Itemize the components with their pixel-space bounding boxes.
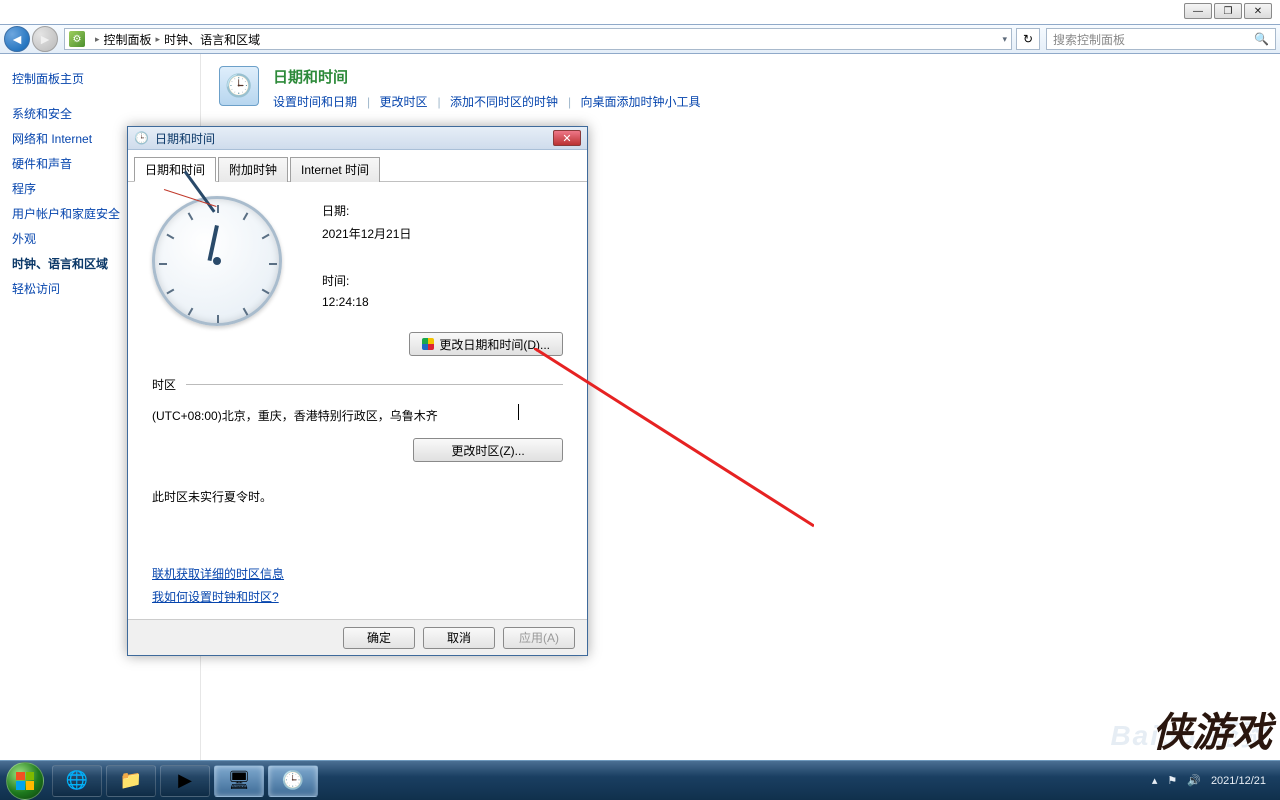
taskbar-explorer[interactable]: 📁 (106, 765, 156, 797)
cancel-button[interactable]: 取消 (423, 627, 495, 649)
timezone-value: (UTC+08:00)北京，重庆，香港特别行政区，乌鲁木齐 (152, 407, 563, 424)
datetime-dialog: 🕒 日期和时间 ✕ 日期和时间 附加时钟 Internet 时间 日期: 202… (127, 126, 588, 656)
tray-flag-icon[interactable]: ⚑ (1167, 774, 1177, 787)
search-placeholder: 搜索控制面板 (1053, 31, 1125, 48)
clock-icon: 🕒 (134, 131, 149, 145)
link-add-clocks[interactable]: 添加不同时区的时钟 (450, 95, 558, 109)
dialog-close-button[interactable]: ✕ (553, 130, 581, 146)
breadcrumb-segment[interactable]: 时钟、语言和区域 (164, 31, 260, 48)
analog-clock (152, 196, 282, 326)
datetime-category-icon: 🕒 (219, 66, 259, 106)
minimize-button[interactable]: — (1184, 3, 1212, 19)
search-icon: 🔍 (1254, 32, 1269, 46)
link-desktop-clock[interactable]: 向桌面添加时钟小工具 (580, 95, 700, 109)
search-input[interactable]: 搜索控制面板 🔍 (1046, 28, 1276, 50)
ok-button[interactable]: 确定 (343, 627, 415, 649)
change-timezone-button[interactable]: 更改时区(Z)... (413, 438, 563, 462)
change-datetime-button[interactable]: 更改日期和时间(D)... (409, 332, 563, 356)
dst-note: 此时区未实行夏令时。 (152, 488, 563, 505)
breadcrumb-segment[interactable]: 控制面板 (104, 31, 152, 48)
dialog-footer: 确定 取消 应用(A) (128, 619, 587, 655)
tab-internet-time[interactable]: Internet 时间 (290, 157, 380, 182)
text-cursor (518, 404, 519, 420)
date-value: 2021年12月21日 (322, 225, 411, 242)
date-label: 日期: (322, 202, 411, 219)
control-panel-icon: ⚙ (69, 31, 85, 47)
link-online-tz-info[interactable]: 联机获取详细的时区信息 (152, 565, 284, 582)
dialog-tabs: 日期和时间 附加时钟 Internet 时间 (128, 150, 587, 182)
maximize-button[interactable]: ❐ (1214, 3, 1242, 19)
time-label: 时间: (322, 272, 411, 289)
refresh-button[interactable]: ↻ (1016, 28, 1040, 50)
taskbar[interactable]: 🌐 📁 ▶ 🖥 🕒 ▴ ⚑ 🔊 2021/12/21 (0, 760, 1280, 800)
dialog-titlebar[interactable]: 🕒 日期和时间 ✕ (128, 127, 587, 150)
apply-button[interactable]: 应用(A) (503, 627, 575, 649)
tray-date[interactable]: 2021/12/21 (1211, 775, 1266, 787)
watermark-game: 侠游戏 (1152, 700, 1272, 758)
tab-additional-clocks[interactable]: 附加时钟 (218, 157, 288, 182)
time-value: 12:24:18 (322, 295, 411, 309)
datetime-readout: 日期: 2021年12月21日 时间: 12:24:18 (322, 196, 411, 315)
back-button[interactable]: ◄ (4, 26, 30, 52)
tab-datetime[interactable]: 日期和时间 (134, 157, 216, 182)
dialog-title: 日期和时间 (155, 130, 215, 147)
forward-button[interactable]: ► (32, 26, 58, 52)
address-bar: ◄ ► ⚙ ▸ 控制面板 ▸ 时钟、语言和区域 ▾ ↻ 搜索控制面板 🔍 (0, 24, 1280, 54)
windows-logo-icon (16, 772, 34, 790)
chevron-right-icon: ▸ (95, 34, 100, 45)
link-set-datetime[interactable]: 设置时间和日期 (273, 95, 357, 109)
close-button[interactable]: ✕ (1244, 3, 1272, 19)
tray-expand-icon[interactable]: ▴ (1152, 774, 1158, 787)
uac-shield-icon (422, 338, 434, 350)
link-change-timezone[interactable]: 更改时区 (379, 95, 427, 109)
divider (186, 384, 563, 385)
category-links: 设置时间和日期| 更改时区| 添加不同时区的时钟| 向桌面添加时钟小工具 (273, 93, 704, 110)
start-button[interactable] (6, 762, 44, 800)
link-how-set-clock[interactable]: 我如何设置时钟和时区? (152, 588, 279, 605)
system-tray[interactable]: ▴ ⚑ 🔊 2021/12/21 (1152, 774, 1274, 787)
page-title[interactable]: 日期和时间 (273, 66, 704, 87)
chevron-down-icon[interactable]: ▾ (1002, 34, 1007, 45)
taskbar-datetime-dialog[interactable]: 🕒 (268, 765, 318, 797)
timezone-heading: 时区 (152, 376, 176, 393)
breadcrumb[interactable]: ⚙ ▸ 控制面板 ▸ 时钟、语言和区域 ▾ (64, 28, 1012, 50)
window-control-group: — ❐ ✕ (1184, 3, 1272, 19)
sidebar-item-system[interactable]: 系统和安全 (12, 105, 188, 122)
tray-volume-icon[interactable]: 🔊 (1187, 774, 1201, 787)
taskbar-control-panel[interactable]: 🖥 (214, 765, 264, 797)
taskbar-ie[interactable]: 🌐 (52, 765, 102, 797)
sidebar-home-link[interactable]: 控制面板主页 (12, 70, 188, 87)
chevron-right-icon: ▸ (156, 34, 161, 45)
taskbar-media[interactable]: ▶ (160, 765, 210, 797)
